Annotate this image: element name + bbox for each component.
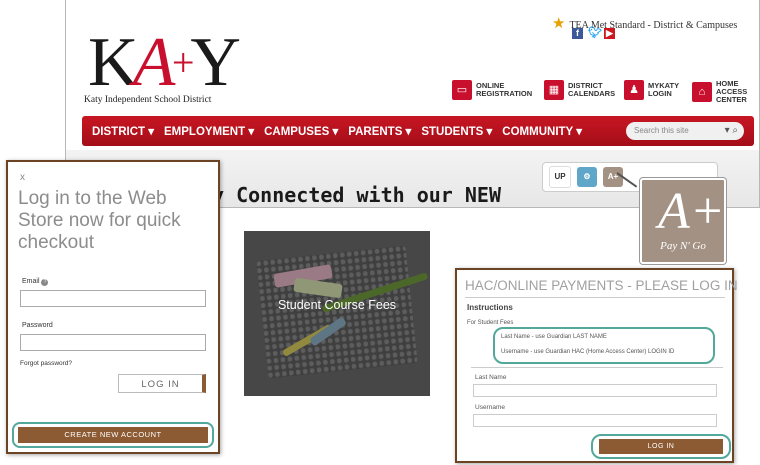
quick-link-mykaty-login[interactable]: ♟ MYKATY LOGIN: [624, 80, 686, 100]
katy-logo[interactable]: KA+Y: [88, 28, 241, 98]
pay-n-go-logo: A+: [658, 183, 725, 240]
web-store-login-panel: x Log in to the Web Store now for quick …: [6, 160, 220, 454]
star-icon: ★: [552, 16, 566, 32]
student-course-fees-label: Student Course Fees: [277, 298, 397, 312]
facebook-icon[interactable]: f: [572, 28, 583, 39]
last-name-label: Last Name: [475, 374, 507, 381]
login-button[interactable]: LOG IN: [118, 374, 206, 393]
instructions-highlight: Last Name - use Guardian LAST NAME Usern…: [493, 327, 715, 364]
main-nav: DISTRICT ▾ EMPLOYMENT ▾ CAMPUSES ▾ PAREN…: [82, 116, 754, 146]
nav-parents[interactable]: PARENTS ▾: [348, 124, 411, 138]
hac-payments-panel: HAC/ONLINE PAYMENTS - PLEASE LOG IN Inst…: [455, 268, 738, 463]
up-app-icon[interactable]: UP: [549, 166, 571, 188]
search-placeholder: Search this site: [634, 126, 689, 135]
password-label: Password: [22, 322, 53, 329]
create-account-highlight: CREATE NEW ACCOUNT: [12, 422, 214, 448]
nav-community[interactable]: COMMUNITY ▾: [502, 124, 582, 138]
twitter-icon[interactable]: 🐦︎: [588, 28, 602, 39]
pay-n-go-caption: Pay N' Go: [660, 240, 706, 252]
search-icon[interactable]: ▾ ⌕: [725, 122, 738, 140]
monitor-icon: ▭: [452, 80, 472, 100]
nav-employment[interactable]: EMPLOYMENT ▾: [164, 124, 254, 138]
logo-letter-y: Y: [190, 24, 241, 101]
login-title: Log in to the Web Store now for quick ch…: [18, 188, 181, 253]
username-label: Username: [475, 404, 505, 411]
hac-login-highlight: LOG IN: [591, 434, 731, 459]
banner-headline: y Connected with our NEW: [212, 183, 501, 207]
forgot-password-link[interactable]: Forgot password?: [20, 360, 72, 367]
email-field[interactable]: [20, 290, 206, 307]
instruction-last-name: Last Name - use Guardian LAST NAME: [501, 334, 607, 340]
instructions-heading: Instructions: [467, 303, 513, 312]
instruction-username: Username - use Guardian HAC (Home Access…: [501, 349, 675, 355]
student-course-fees-tile[interactable]: Student Course Fees: [244, 231, 430, 396]
create-account-button[interactable]: CREATE NEW ACCOUNT: [18, 427, 208, 443]
divider: [465, 297, 725, 298]
logo-subtitle: Katy Independent School District: [84, 95, 212, 105]
quick-link-label: DISTRICT CALENDARS: [568, 81, 616, 98]
logo-letter-k: K: [88, 24, 139, 101]
search-input[interactable]: Search this site ▾ ⌕: [626, 122, 744, 140]
logo-letter-a: A: [132, 24, 176, 101]
pay-n-go-tile[interactable]: A+ Pay N' Go: [640, 178, 726, 264]
nav-district[interactable]: DISTRICT ▾: [92, 124, 154, 138]
email-label: Email ?: [22, 278, 49, 286]
close-icon[interactable]: x: [20, 172, 25, 183]
hac-login-button[interactable]: LOG IN: [599, 439, 723, 454]
username-field[interactable]: [473, 414, 717, 427]
social-links: f 🐦︎ ▶: [572, 28, 615, 39]
info-icon: ?: [41, 279, 49, 286]
password-field[interactable]: [20, 334, 206, 351]
quick-link-district-calendars[interactable]: ▦ DISTRICT CALENDARS: [544, 80, 620, 100]
youtube-icon[interactable]: ▶: [604, 28, 615, 39]
quick-link-label: ONLINE REGISTRATION: [476, 81, 533, 98]
home-icon: ⌂: [692, 82, 712, 102]
last-name-field[interactable]: [473, 384, 717, 397]
nav-campuses[interactable]: CAMPUSES ▾: [264, 124, 338, 138]
for-student-fees-text: For Student Fees: [467, 320, 514, 326]
nav-students[interactable]: STUDENTS ▾: [421, 124, 492, 138]
hac-title: HAC/ONLINE PAYMENTS - PLEASE LOG IN: [465, 278, 738, 293]
quick-link-label: MYKATY LOGIN: [648, 81, 679, 98]
calendar-icon: ▦: [544, 80, 564, 100]
logo-plus: +: [169, 40, 196, 85]
user-icon: ♟: [624, 80, 644, 100]
quick-link-label: HOME ACCESS CENTER: [716, 79, 748, 104]
quick-link-home-access-center[interactable]: ⌂ HOME ACCESS CENTER: [692, 80, 756, 104]
quick-link-online-registration[interactable]: ▭ ONLINE REGISTRATION: [452, 80, 533, 100]
app-icon[interactable]: ⚙: [577, 167, 597, 187]
divider: [471, 367, 723, 368]
